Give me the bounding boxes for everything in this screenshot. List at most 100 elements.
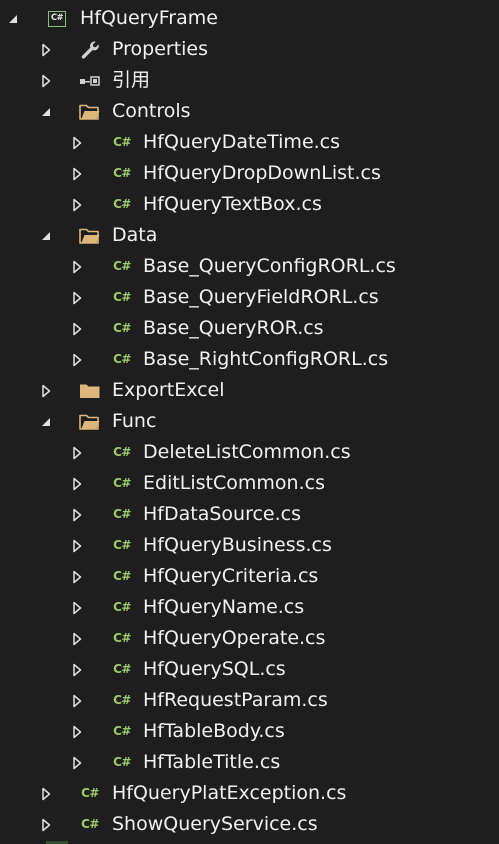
tree-item-label: HfQueryDropDownList.cs (143, 162, 381, 184)
tree-item-label: Properties (112, 38, 209, 60)
tree-item-label: Base_QueryConfigRORL.cs (143, 255, 396, 277)
tree-item-file[interactable]: C# HfQuerySQL.cs (0, 654, 499, 685)
tree-item[interactable]: Data (0, 220, 499, 251)
solution-explorer-tree: C# HfQueryFrame Properties 引用 Controls C# HfQu… (0, 3, 499, 840)
tree-item-label: DeleteListCommon.cs (143, 441, 351, 463)
tree-item-file[interactable]: C# HfQueryTextBox.cs (0, 189, 499, 220)
expand-arrow-icon[interactable] (69, 437, 85, 468)
csharp-file-icon: C# (113, 755, 131, 769)
csharp-file-icon: C# (113, 352, 131, 366)
expand-arrow-icon[interactable] (69, 468, 85, 499)
tree-item-label: HfQueryBusiness.cs (143, 534, 332, 556)
wrench-icon (78, 34, 102, 65)
folder-open-icon (78, 220, 102, 251)
csharp-file-icon: C# (113, 724, 131, 738)
csharp-file-icon: C# (113, 600, 131, 614)
csharp-file-icon: C# (113, 290, 131, 304)
tree-item[interactable]: C# HfQueryPlatException.cs (0, 778, 499, 809)
tree-item-file[interactable]: C# HfRequestParam.cs (0, 685, 499, 716)
expand-arrow-icon[interactable] (69, 158, 85, 189)
csharp-file-icon: C# (113, 538, 131, 552)
csharp-file-icon: C# (113, 631, 131, 645)
tree-item-label: EditListCommon.cs (143, 472, 325, 494)
tree-item-file[interactable]: C# HfDataSource.cs (0, 499, 499, 530)
tree-item-label: HfQueryDateTime.cs (143, 131, 341, 153)
collapse-arrow-icon[interactable] (38, 220, 54, 251)
tree-item-label: Data (112, 224, 158, 246)
folder-open-icon (78, 96, 102, 127)
csharp-file-icon: C# (113, 662, 131, 676)
tree-item-label: HfQueryCriteria.cs (143, 565, 319, 587)
csharp-file-icon: C# (81, 786, 99, 800)
expand-arrow-icon[interactable] (69, 189, 85, 220)
tree-item-file[interactable]: C# HfQueryCriteria.cs (0, 561, 499, 592)
expand-arrow-icon[interactable] (69, 313, 85, 344)
tree-item-label: Controls (112, 100, 191, 122)
csharp-project-icon: C# (45, 3, 69, 34)
collapse-arrow-icon[interactable] (38, 96, 54, 127)
expand-arrow-icon[interactable] (69, 623, 85, 654)
collapse-arrow-icon[interactable] (5, 3, 21, 34)
tree-item-label: Base_RightConfigRORL.cs (143, 348, 389, 370)
tree-item-label: HfTableBody.cs (143, 720, 285, 742)
tree-item-label: HfRequestParam.cs (143, 689, 328, 711)
tree-item-label: Func (112, 410, 157, 432)
collapse-arrow-icon[interactable] (38, 406, 54, 437)
csharp-file-icon: C# (113, 166, 131, 180)
folder-closed-icon (78, 375, 102, 406)
tree-item-label: HfQueryPlatException.cs (112, 782, 347, 804)
tree-item-file[interactable]: C# Base_QueryFieldRORL.cs (0, 282, 499, 313)
expand-arrow-icon[interactable] (69, 344, 85, 375)
tree-item[interactable]: Properties (0, 34, 499, 65)
tree-item-file[interactable]: C# HfQueryDateTime.cs (0, 127, 499, 158)
expand-arrow-icon[interactable] (69, 251, 85, 282)
tree-item-file[interactable]: C# HfQueryBusiness.cs (0, 530, 499, 561)
tree-item-file[interactable]: C# Base_QueryConfigRORL.cs (0, 251, 499, 282)
tree-item[interactable]: Func (0, 406, 499, 437)
tree-item-label: Base_QueryFieldRORL.cs (143, 286, 379, 308)
expand-arrow-icon[interactable] (38, 375, 54, 406)
expand-arrow-icon[interactable] (38, 65, 54, 96)
tree-item-file[interactable]: C# DeleteListCommon.cs (0, 437, 499, 468)
csharp-file-icon: C# (113, 507, 131, 521)
tree-item-label: ShowQueryService.cs (112, 813, 318, 835)
tree-item-label: HfTableTitle.cs (143, 751, 281, 773)
tree-item-label: ExportExcel (112, 379, 225, 401)
expand-arrow-icon[interactable] (69, 747, 85, 778)
expand-arrow-icon[interactable] (38, 34, 54, 65)
csharp-file-icon: C# (113, 693, 131, 707)
expand-arrow-icon[interactable] (69, 592, 85, 623)
tree-item[interactable]: 引用 (0, 65, 499, 96)
tree-item-label: HfQueryName.cs (143, 596, 305, 618)
expand-arrow-icon[interactable] (38, 809, 54, 840)
expand-arrow-icon[interactable] (69, 716, 85, 747)
tree-item-file[interactable]: C# HfQueryOperate.cs (0, 623, 499, 654)
expand-arrow-icon[interactable] (69, 127, 85, 158)
tree-item-label: HfQuerySQL.cs (143, 658, 286, 680)
tree-item[interactable]: ExportExcel (0, 375, 499, 406)
tree-item-label: Base_QueryROR.cs (143, 317, 324, 339)
tree-item-file[interactable]: C# EditListCommon.cs (0, 468, 499, 499)
expand-arrow-icon[interactable] (69, 654, 85, 685)
tree-item-file[interactable]: C# HfQueryDropDownList.cs (0, 158, 499, 189)
csharp-file-icon: C# (113, 445, 131, 459)
expand-arrow-icon[interactable] (69, 561, 85, 592)
tree-item-file[interactable]: C# Base_RightConfigRORL.cs (0, 344, 499, 375)
tree-item-file[interactable]: C# HfTableBody.cs (0, 716, 499, 747)
folder-open-icon (78, 406, 102, 437)
csharp-file-icon: C# (113, 321, 131, 335)
csharp-file-icon: C# (113, 135, 131, 149)
expand-arrow-icon[interactable] (38, 778, 54, 809)
tree-item[interactable]: C# ShowQueryService.cs (0, 809, 499, 840)
references-icon (78, 65, 102, 96)
expand-arrow-icon[interactable] (69, 530, 85, 561)
tree-item-file[interactable]: C# HfQueryName.cs (0, 592, 499, 623)
expand-arrow-icon[interactable] (69, 499, 85, 530)
tree-item-label: 引用 (112, 69, 151, 91)
tree-item-project[interactable]: C# HfQueryFrame (0, 3, 499, 34)
tree-item[interactable]: Controls (0, 96, 499, 127)
expand-arrow-icon[interactable] (69, 685, 85, 716)
tree-item-file[interactable]: C# Base_QueryROR.cs (0, 313, 499, 344)
tree-item-file[interactable]: C# HfTableTitle.cs (0, 747, 499, 778)
expand-arrow-icon[interactable] (69, 282, 85, 313)
